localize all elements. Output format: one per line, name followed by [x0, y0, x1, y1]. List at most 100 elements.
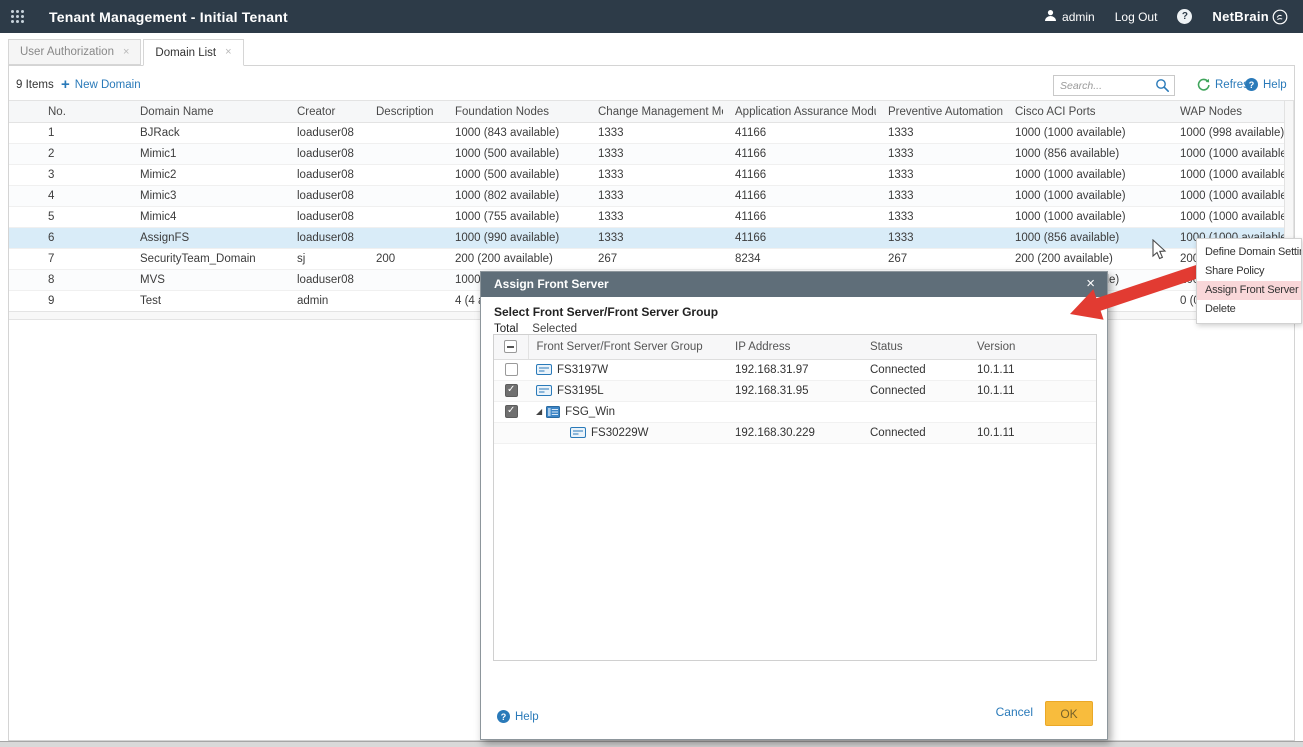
front-server-row-fs3195l[interactable]: FS3195L192.168.31.95Connected10.1.11: [494, 380, 1096, 401]
domain-row-mimic3[interactable]: 4Mimic3loaduser081000 (802 available)133…: [9, 186, 1284, 207]
front-server-name: FS30229W: [591, 427, 649, 439]
cell-domain-name: Mimic3: [128, 186, 285, 207]
cell-description: [364, 291, 443, 312]
cell-ip-address: 192.168.31.95: [727, 380, 862, 401]
column-header-description[interactable]: Description: [364, 101, 443, 123]
user-menu[interactable]: admin: [1044, 9, 1095, 25]
cell-foundation-nodes: 1000 (500 available): [443, 165, 586, 186]
plus-icon: +: [61, 77, 70, 92]
cell-description: 200: [364, 249, 443, 270]
front-server-row-fs3197w[interactable]: FS3197W192.168.31.97Connected10.1.11: [494, 359, 1096, 380]
cell-version: 10.1.11: [969, 359, 1096, 380]
front-server-icon: [570, 427, 586, 438]
column-header-wap-nodes[interactable]: WAP Nodes: [1168, 101, 1284, 123]
front-server-row-fs30229w[interactable]: FS30229W192.168.30.229Connected10.1.11: [494, 422, 1096, 443]
cell-foundation-nodes: 200 (200 available): [443, 249, 586, 270]
cell-wap-nodes: 1000 (1000 available): [1168, 186, 1284, 207]
row-checkbox[interactable]: [505, 384, 518, 397]
new-domain-button[interactable]: + New Domain: [61, 77, 141, 92]
cell-change-mgmt: 267: [586, 249, 723, 270]
row-checkbox[interactable]: [505, 405, 518, 418]
domain-row-mimic1[interactable]: 2Mimic1loaduser081000 (500 available)133…: [9, 144, 1284, 165]
row-checkbox[interactable]: [505, 363, 518, 376]
domain-row-securityteam-domain[interactable]: 7SecurityTeam_Domainsj200200 (200 availa…: [9, 249, 1284, 270]
netbrain-logo: NetBrain: [1212, 8, 1289, 26]
search-icon[interactable]: [1155, 78, 1170, 93]
search-input[interactable]: [1054, 80, 1155, 92]
topbar-help-button[interactable]: ?: [1177, 9, 1192, 24]
column-header[interactable]: Version: [969, 335, 1096, 359]
column-header[interactable]: Front Server/Front Server Group: [528, 335, 727, 359]
menu-item-define-domain-settings[interactable]: Define Domain Settings: [1197, 243, 1301, 262]
close-icon[interactable]: ×: [123, 47, 129, 58]
menu-item-delete[interactable]: Delete: [1197, 300, 1301, 319]
cell-preventive-automation: 1333: [876, 123, 1003, 144]
domain-row-mimic2[interactable]: 3Mimic2loaduser081000 (500 available)133…: [9, 165, 1284, 186]
cell-no: 6: [9, 228, 128, 249]
logout-button[interactable]: Log Out: [1115, 10, 1158, 24]
select-all-checkbox[interactable]: [504, 340, 517, 353]
ok-button[interactable]: OK: [1045, 701, 1093, 726]
top-bar: Tenant Management - Initial Tenant admin…: [0, 0, 1303, 33]
column-header-creator[interactable]: Creator: [285, 101, 364, 123]
cell-status: [862, 401, 969, 422]
checkbox-cell: [494, 380, 528, 401]
cell-creator: admin: [285, 291, 364, 312]
close-icon[interactable]: ×: [1086, 272, 1095, 297]
menu-item-share-policy[interactable]: Share Policy: [1197, 262, 1301, 281]
cancel-button[interactable]: Cancel: [996, 705, 1033, 719]
domain-row-mimic4[interactable]: 5Mimic4loaduser081000 (755 available)133…: [9, 207, 1284, 228]
column-header-application-assurance-module[interactable]: Application Assurance Module: [723, 101, 876, 123]
cell-version: 10.1.11: [969, 380, 1096, 401]
column-header[interactable]: IP Address: [727, 335, 862, 359]
expand-icon[interactable]: ◢: [536, 407, 542, 416]
cell-wap-nodes: 1000 (998 available): [1168, 123, 1284, 144]
column-header[interactable]: Status: [862, 335, 969, 359]
tab-domain-list[interactable]: Domain List×: [143, 39, 243, 66]
cell-no: 4: [9, 186, 128, 207]
cell-creator: loaduser08: [285, 270, 364, 291]
column-header-foundation-nodes[interactable]: Foundation Nodes: [443, 101, 586, 123]
help-icon: ?: [1245, 78, 1258, 91]
column-header-cisco-aci-ports[interactable]: Cisco ACI Ports: [1003, 101, 1168, 123]
checkbox-cell: [494, 359, 528, 380]
help-icon: ?: [497, 710, 510, 723]
domain-row-assignfs[interactable]: 6AssignFSloaduser081000 (990 available)1…: [9, 228, 1284, 249]
cell-ip-address: [727, 401, 862, 422]
column-header-preventive-automation[interactable]: Preventive Automation: [876, 101, 1003, 123]
cell-creator: sj: [285, 249, 364, 270]
domain-row-bjrack[interactable]: 1BJRackloaduser081000 (843 available)133…: [9, 123, 1284, 144]
cell-description: [364, 228, 443, 249]
dialog-help-button[interactable]: ? Help: [497, 710, 539, 723]
cell-description: [364, 186, 443, 207]
column-header-no-[interactable]: No.: [9, 101, 128, 123]
cell-change-mgmt: 1333: [586, 186, 723, 207]
cell-name: ◢FSG_Win: [528, 401, 727, 422]
cell-foundation-nodes: 1000 (802 available): [443, 186, 586, 207]
front-server-name: FS3197W: [557, 364, 608, 376]
column-header-change-management-module[interactable]: Change Management Module: [586, 101, 723, 123]
cell-cisco-aci-ports: 200 (200 available): [1003, 249, 1168, 270]
toolbar-help-button[interactable]: ? Help: [1245, 78, 1287, 91]
cell-version: [969, 401, 1096, 422]
close-icon[interactable]: ×: [225, 47, 231, 58]
cell-app-assurance: 41166: [723, 228, 876, 249]
front-server-icon: [536, 364, 552, 375]
dialog-subtitle: Select Front Server/Front Server Group: [494, 305, 718, 319]
cell-app-assurance: 41166: [723, 144, 876, 165]
front-server-icon: [536, 385, 552, 396]
tab-user-authorization[interactable]: User Authorization×: [8, 39, 141, 65]
cell-domain-name: Test: [128, 291, 285, 312]
cell-cisco-aci-ports: 1000 (856 available): [1003, 228, 1168, 249]
menu-item-assign-front-server[interactable]: Assign Front Server: [1197, 281, 1301, 300]
cell-name: FS3195L: [528, 380, 727, 401]
cell-change-mgmt: 1333: [586, 144, 723, 165]
cell-preventive-automation: 1333: [876, 144, 1003, 165]
column-header-domain-name[interactable]: Domain Name: [128, 101, 285, 123]
cell-description: [364, 123, 443, 144]
front-server-row-fsg-win[interactable]: ◢FSG_Win: [494, 401, 1096, 422]
cell-creator: loaduser08: [285, 228, 364, 249]
brand-head-icon: [1271, 8, 1289, 26]
cell-cisco-aci-ports: 1000 (1000 available): [1003, 123, 1168, 144]
app-grid-icon[interactable]: [11, 10, 24, 23]
